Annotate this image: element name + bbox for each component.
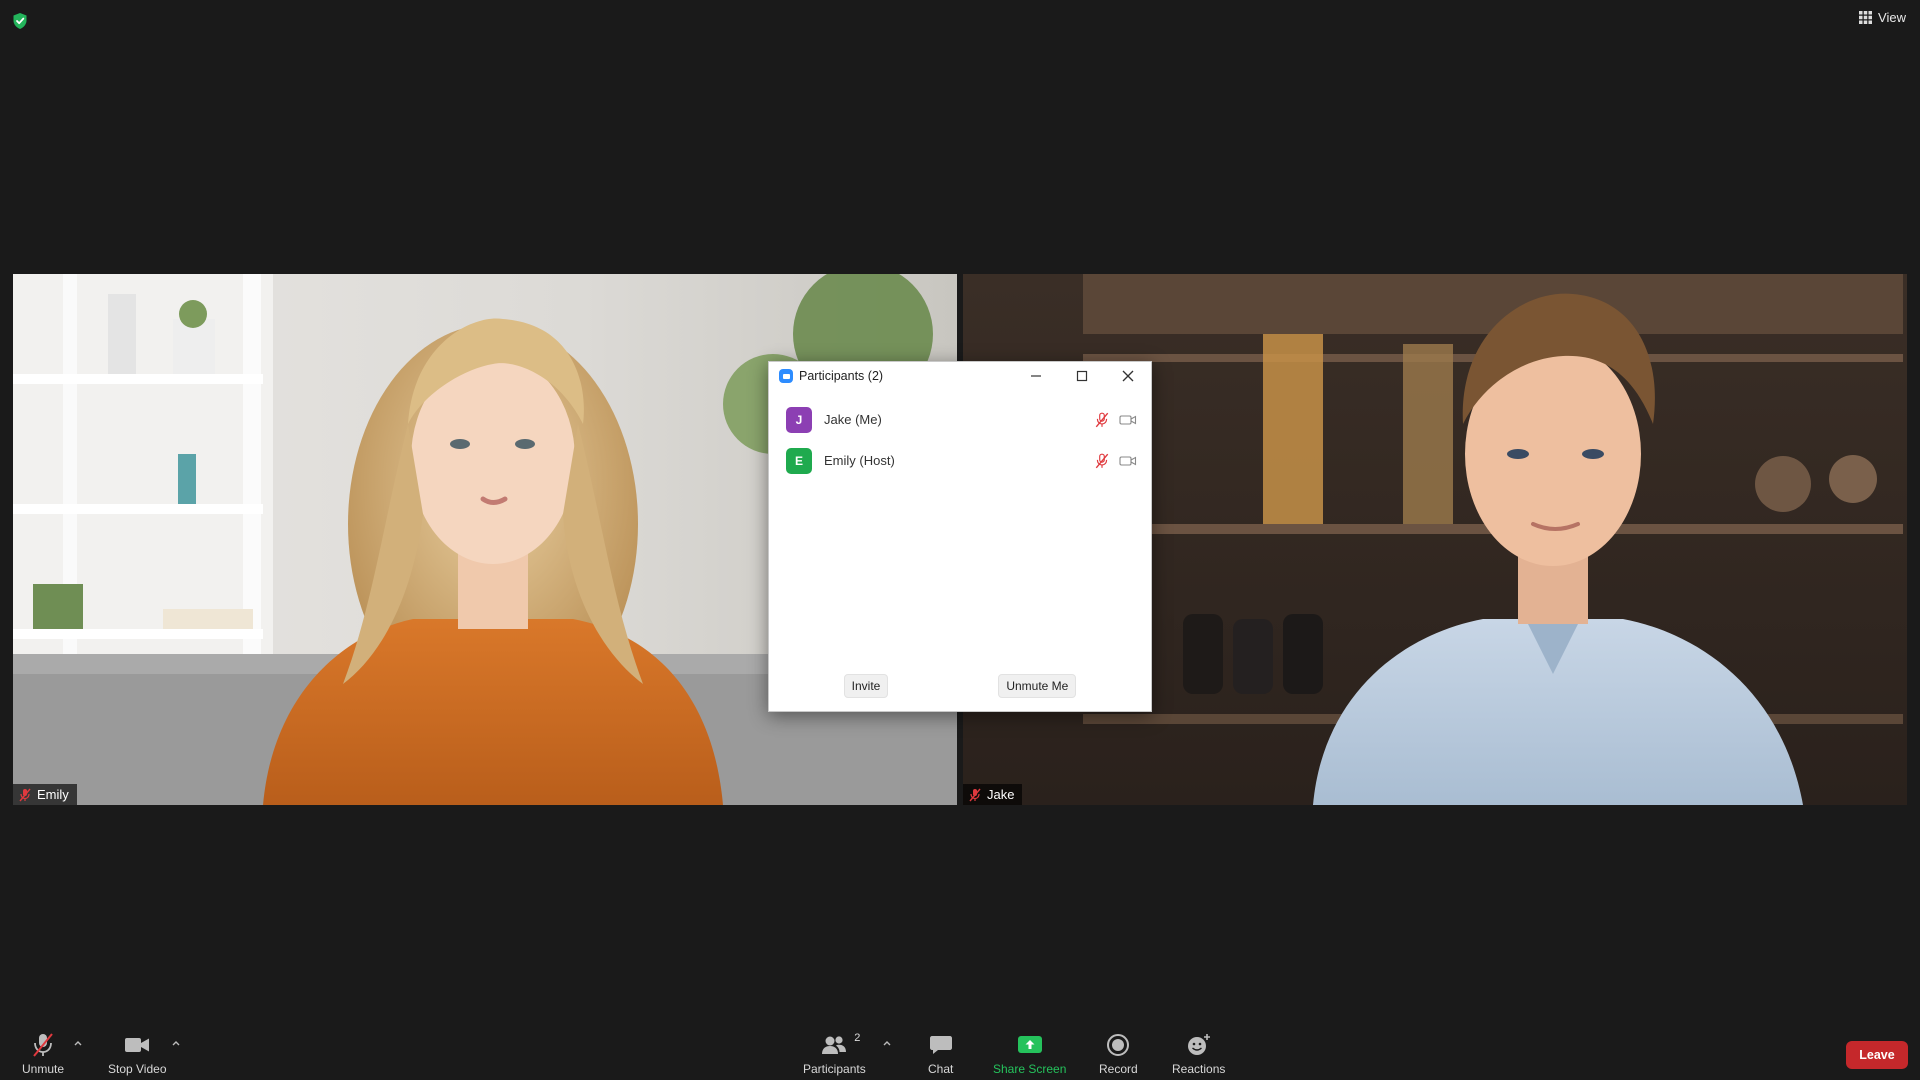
- audio-options-chevron-icon[interactable]: [72, 1038, 84, 1048]
- share-screen-icon: [1017, 1036, 1042, 1053]
- record-label: Record: [1099, 1062, 1138, 1076]
- record-icon: [1107, 1034, 1130, 1056]
- tile-name-label: Jake: [987, 787, 1015, 802]
- participant-name: Emily (Host): [824, 453, 895, 468]
- muted-mic-icon[interactable]: [1095, 412, 1109, 428]
- muted-mic-icon: [33, 1033, 53, 1057]
- minimize-button[interactable]: [1013, 362, 1059, 390]
- view-button[interactable]: View: [1859, 10, 1906, 25]
- participants-count-badge: 2: [854, 1032, 861, 1044]
- participants-window-title: Participants (2): [799, 369, 884, 383]
- minimize-icon: [1031, 375, 1041, 377]
- participants-window: Participants (2) J Jake (Me) E Emily (Ho…: [768, 361, 1152, 712]
- participant-row[interactable]: E Emily (Host): [769, 440, 1151, 481]
- view-label: View: [1878, 10, 1906, 25]
- reactions-label: Reactions: [1172, 1062, 1226, 1076]
- maximize-icon: [1076, 370, 1088, 382]
- participant-row[interactable]: J Jake (Me): [769, 399, 1151, 440]
- zoom-logo-icon: [779, 369, 793, 383]
- name-tag-jake: Jake: [963, 784, 1023, 805]
- muted-mic-icon: [969, 788, 981, 801]
- reactions-emoji-icon: [1187, 1034, 1210, 1055]
- participants-button[interactable]: 2 Participants: [803, 1032, 866, 1076]
- participants-list: J Jake (Me) E Emily (Host): [769, 390, 1151, 481]
- stop-video-label: Stop Video: [108, 1062, 167, 1076]
- participants-label: Participants: [803, 1062, 866, 1076]
- security-shield-icon[interactable]: [12, 12, 28, 30]
- meeting-window: View Emily Jake Participants (2) J Jake …: [0, 0, 1920, 1080]
- participants-options-chevron-icon[interactable]: [881, 1038, 893, 1048]
- participants-footer: Invite Unmute Me: [769, 674, 1151, 698]
- close-button[interactable]: [1105, 362, 1151, 390]
- participant-name: Jake (Me): [824, 412, 882, 427]
- maximize-button[interactable]: [1059, 362, 1105, 390]
- muted-mic-icon: [19, 788, 31, 801]
- unmute-label: Unmute: [22, 1062, 65, 1076]
- invite-button[interactable]: Invite: [843, 674, 889, 698]
- muted-mic-icon[interactable]: [1095, 453, 1109, 469]
- stop-video-button[interactable]: Stop Video: [108, 1032, 167, 1076]
- meeting-toolbar: Unmute Stop Video 2 Participants Chat Sh…: [0, 1020, 1920, 1080]
- video-camera-icon[interactable]: [1119, 455, 1137, 467]
- tile-name-label: Emily: [37, 787, 69, 802]
- share-screen-label: Share Screen: [993, 1062, 1067, 1076]
- chat-button[interactable]: Chat: [928, 1032, 953, 1076]
- video-camera-icon[interactable]: [1119, 414, 1137, 426]
- participants-titlebar[interactable]: Participants (2): [769, 362, 1151, 390]
- chat-label: Chat: [928, 1062, 954, 1076]
- unmute-button[interactable]: Unmute: [22, 1032, 64, 1076]
- video-options-chevron-icon[interactable]: [170, 1038, 182, 1048]
- avatar: J: [786, 406, 812, 433]
- chat-icon: [929, 1036, 952, 1054]
- participants-icon: [822, 1036, 847, 1054]
- leave-button[interactable]: Leave: [1846, 1041, 1908, 1069]
- close-icon: [1122, 370, 1134, 382]
- unmute-me-button[interactable]: Unmute Me: [998, 674, 1077, 698]
- grid-view-icon: [1859, 11, 1873, 24]
- reactions-button[interactable]: Reactions: [1172, 1032, 1225, 1076]
- record-button[interactable]: Record: [1099, 1032, 1138, 1076]
- share-screen-button[interactable]: Share Screen: [993, 1032, 1066, 1076]
- video-camera-icon: [125, 1038, 150, 1052]
- name-tag-emily: Emily: [13, 784, 77, 805]
- avatar: E: [786, 447, 812, 474]
